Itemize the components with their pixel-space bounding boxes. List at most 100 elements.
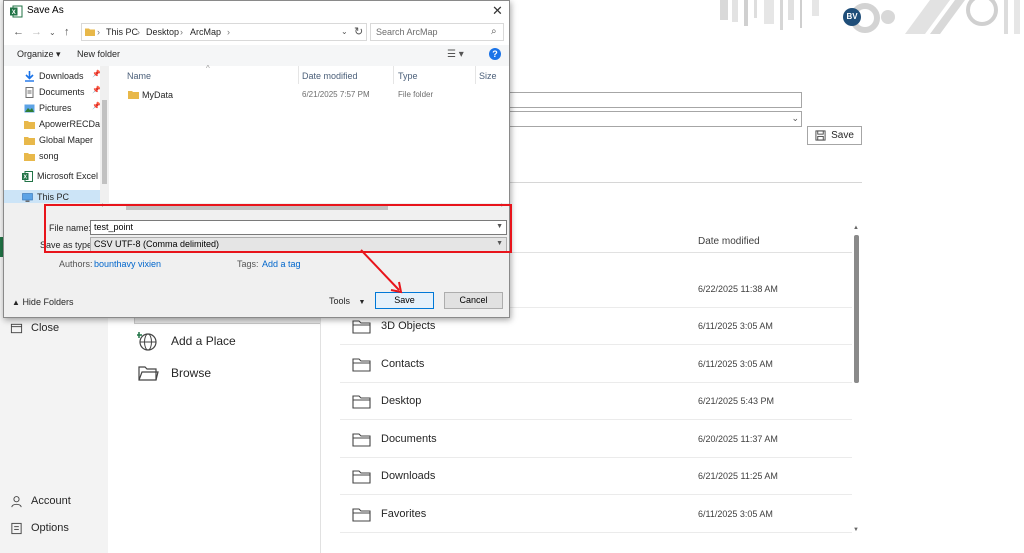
file-date: 6/21/2025 7:57 PM (302, 90, 370, 99)
folder-list-item[interactable]: Desktop 6/21/2025 5:43 PM (340, 383, 852, 420)
document-icon (25, 86, 34, 98)
nav-account[interactable]: Account (10, 491, 71, 511)
folder-date: 6/11/2025 3:05 AM (698, 509, 773, 519)
folder-list-item[interactable]: Favorites 6/11/2025 3:05 AM (340, 496, 852, 533)
nav-options-label: Options (31, 522, 69, 534)
folder-name: Documents (381, 433, 437, 445)
folder-icon (128, 91, 139, 99)
tree-scrollbar[interactable] (100, 66, 109, 203)
folder-date: 6/21/2025 5:43 PM (698, 396, 775, 406)
computer-icon (22, 192, 33, 202)
scrollbar-thumb[interactable] (854, 235, 859, 383)
tree-item[interactable]: Global Maper (24, 133, 93, 147)
forward-arrow-icon[interactable]: → (31, 26, 42, 38)
folder-icon (352, 433, 371, 447)
place-add-a-place-label: Add a Place (171, 334, 236, 348)
refresh-icon[interactable]: ↻ (354, 25, 363, 38)
dialog-toolbar: Organize ▾ New folder ☰ ▾ ? (4, 45, 509, 66)
folder-icon (352, 470, 371, 484)
download-icon (25, 70, 34, 82)
folder-name: Desktop (381, 395, 422, 407)
search-placeholder: Search ArcMap (376, 27, 438, 37)
breadcrumb-this-pc[interactable]: This PC (106, 27, 138, 37)
folder-list-item[interactable]: Contacts 6/11/2025 3:05 AM (340, 346, 852, 383)
place-add-a-place[interactable]: Add a Place (137, 329, 236, 353)
hide-folders-toggle[interactable]: ▲ Hide Folders (12, 297, 73, 307)
new-folder-button[interactable]: New folder (77, 49, 120, 59)
recent-locations-chevron-icon[interactable]: ⌄ (49, 28, 56, 37)
account-icon (11, 495, 22, 507)
folder-icon (352, 358, 371, 372)
folder-date: 6/11/2025 3:05 AM (698, 359, 773, 369)
backstage-save-button[interactable]: Save (807, 126, 862, 145)
authors-value[interactable]: bounthavy vixien (94, 259, 161, 269)
place-browse[interactable]: Browse (137, 361, 211, 385)
folder-name: Contacts (381, 358, 425, 370)
folder-list-item[interactable]: Documents 6/20/2025 11:37 AM (340, 421, 852, 458)
place-browse-label: Browse (171, 366, 212, 380)
column-header-date[interactable]: Date modified (698, 236, 760, 247)
tree-item[interactable]: ApowerRECData (24, 117, 108, 131)
file-row[interactable]: MyData 6/21/2025 7:57 PM File folder (120, 88, 500, 102)
view-options-icon[interactable]: ☰ ▾ (447, 49, 464, 60)
up-arrow-icon[interactable]: ↑ (64, 26, 70, 38)
tree-item[interactable]: This PC (22, 190, 69, 204)
nav-account-label: Account (31, 495, 71, 507)
folder-name: Favorites (381, 508, 427, 520)
scroll-down-arrow-icon[interactable]: ▼ (853, 527, 859, 533)
breadcrumb-separator-icon: › (227, 27, 230, 37)
chevron-down-icon[interactable]: ⌄ (341, 27, 348, 36)
backstage-filetype-select[interactable]: ⌄ (505, 111, 802, 127)
header-decoration (720, 0, 1020, 34)
tree-item-label: Downloads (39, 71, 84, 81)
tree-item-label: This PC (37, 192, 70, 202)
file-name: MyData (142, 90, 174, 100)
nav-options[interactable]: Options (10, 518, 69, 538)
back-arrow-icon[interactable]: ← (13, 26, 24, 38)
organize-button[interactable]: Organize ▾ (17, 49, 61, 60)
tree-item[interactable]: song (24, 149, 59, 163)
close-icon[interactable]: ✕ (492, 3, 503, 19)
save-as-dialog: X Save As ✕ ← → ⌄ ↑ › This PC › Desktop … (3, 0, 510, 318)
column-separator[interactable] (475, 66, 476, 84)
address-bar[interactable]: › This PC › Desktop › ArcMap › ⌄ ↻ (81, 23, 367, 41)
tree-item[interactable]: Documents (24, 85, 85, 99)
dialog-navigation-bar: ← → ⌄ ↑ › This PC › Desktop › ArcMap › ⌄… (4, 22, 509, 44)
column-header-size[interactable]: Size (479, 71, 497, 81)
folder-icon (352, 508, 371, 522)
chevron-up-icon: ▲ (12, 298, 20, 307)
folder-name: 3D Objects (381, 320, 436, 332)
cancel-button[interactable]: Cancel (444, 292, 503, 309)
globe-plus-icon (137, 332, 157, 351)
search-box[interactable]: Search ArcMap ⌕ (370, 23, 504, 41)
tree-item[interactable]: Downloads (24, 69, 84, 83)
scroll-up-arrow-icon[interactable]: ▲ (853, 225, 859, 231)
annotation-arrow-icon (360, 249, 403, 294)
folder-icon (85, 28, 95, 36)
breadcrumb-separator-icon: › (180, 27, 183, 37)
column-header-date[interactable]: Date modified (302, 71, 358, 81)
folder-date: 6/22/2025 11:38 AM (698, 284, 778, 294)
tags-value[interactable]: Add a tag (262, 259, 301, 269)
tree-item[interactable]: Pictures (24, 101, 72, 115)
folder-list-item[interactable]: Downloads 6/21/2025 11:25 AM (340, 458, 852, 495)
column-header-type[interactable]: Type (398, 71, 418, 81)
column-separator[interactable] (298, 66, 299, 84)
nav-close[interactable]: Close (10, 318, 59, 338)
column-separator[interactable] (393, 66, 394, 84)
highlight-box (44, 204, 512, 253)
dialog-titlebar[interactable]: X Save As ✕ (4, 1, 509, 22)
breadcrumb-desktop[interactable]: Desktop (146, 27, 179, 37)
help-icon[interactable]: ? (489, 48, 501, 60)
user-avatar[interactable]: BV (843, 8, 861, 26)
navigation-tree: Downloads 📌 Documents 📌 Pictures 📌 ApowerRECDa… (4, 66, 109, 203)
breadcrumb-arcmap[interactable]: ArcMap (190, 27, 221, 37)
backstage-filename-input[interactable] (505, 92, 802, 108)
tree-item-label: Pictures (39, 103, 72, 113)
scrollbar-thumb[interactable] (102, 100, 107, 184)
column-header-name[interactable]: Name (127, 71, 151, 81)
folder-icon (352, 395, 371, 409)
tree-item[interactable]: X Microsoft Excel (22, 169, 98, 183)
open-folder-icon (138, 366, 159, 381)
folder-list-scrollbar[interactable]: ▲ ▼ (852, 225, 860, 536)
